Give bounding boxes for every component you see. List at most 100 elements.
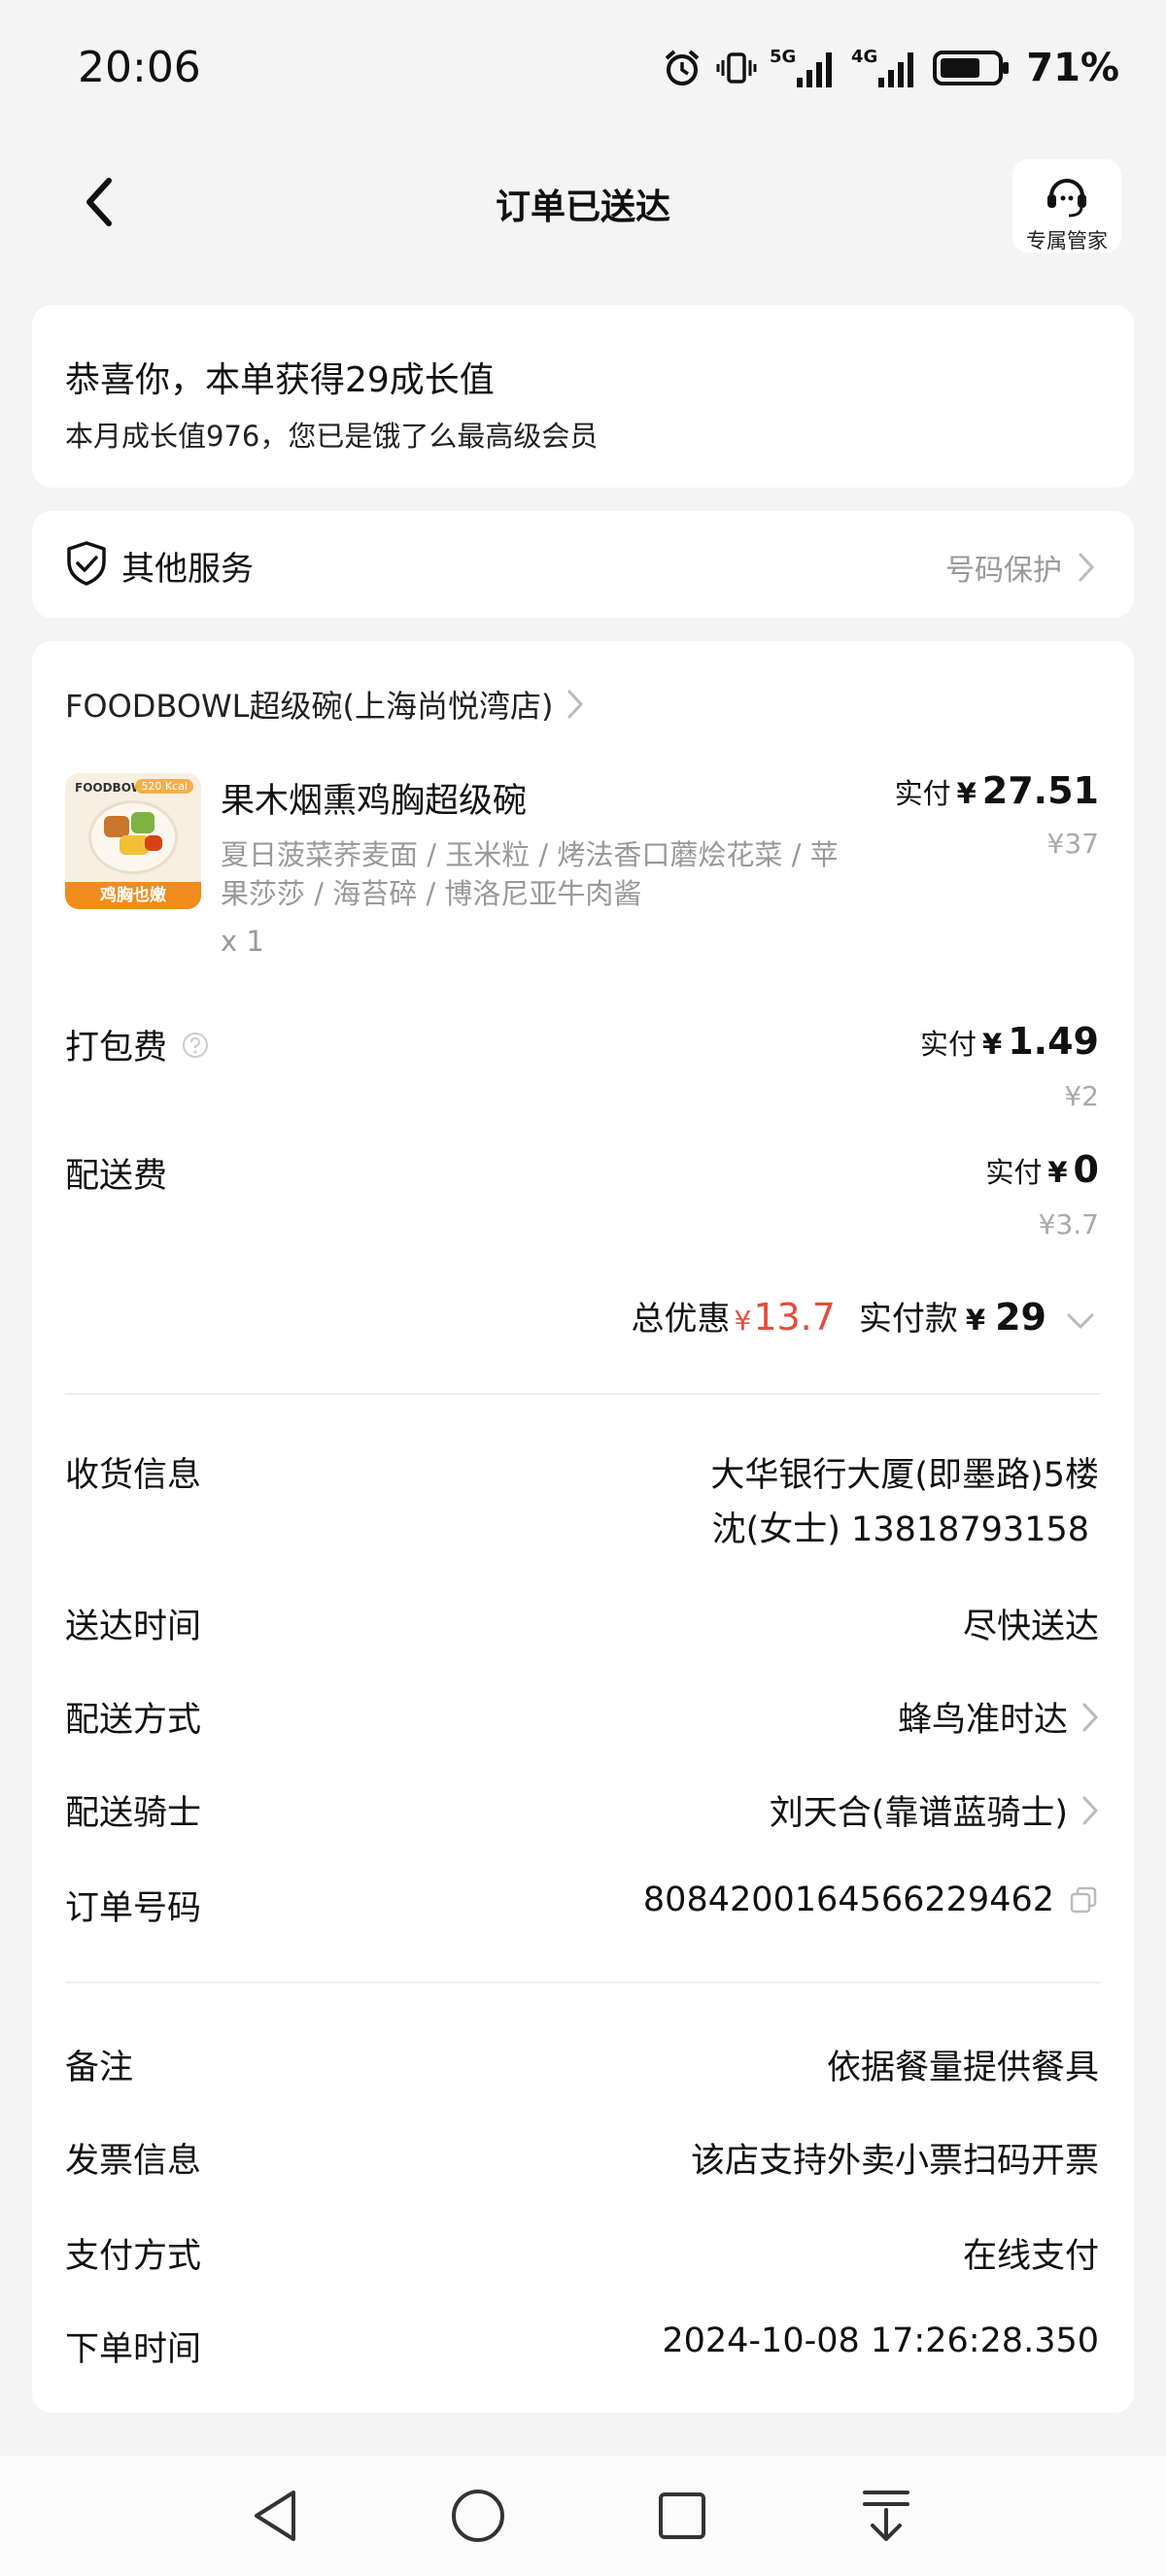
item-image[interactable]: FOODBOWL 520 Kcal 鸡胸也嫩 <box>65 773 201 909</box>
payment-method-value: 在线支付 <box>962 2237 1099 2276</box>
vibrate-icon <box>715 47 758 89</box>
shield-check-icon <box>65 540 108 591</box>
discount-amount: 13.7 <box>753 1296 836 1339</box>
system-nav-bar <box>0 2456 1166 2576</box>
growth-title: 恭喜你，本单获得29成长值 <box>65 360 495 400</box>
personal-butler-label: 专属管家 <box>1026 229 1108 253</box>
delivery-fee-original: ¥3.7 <box>1038 1208 1099 1240</box>
order-card: FOODBOWL超级碗(上海尚悦湾店) FOODBOWL 520 Kcal 鸡胸… <box>32 641 1134 2413</box>
pay-currency: ¥ <box>965 1304 986 1337</box>
delivery-time-label: 送达时间 <box>65 1608 202 1646</box>
item-paid-price: 实付 ¥ 27.51 <box>895 769 1099 812</box>
status-bar: 20:06 5G 4G 71% <box>0 0 1166 146</box>
square-recents-icon <box>659 2492 705 2539</box>
battery-icon <box>933 49 1011 87</box>
packing-fee-text: 打包费 <box>65 1029 168 1068</box>
invoice-value: 该店支持外卖小票扫码开票 <box>690 2142 1099 2181</box>
svg-text:5G: 5G <box>770 47 796 67</box>
chevron-down-icon <box>1067 1313 1094 1330</box>
nav-recents-button[interactable] <box>651 2485 713 2547</box>
nav-bar: 订单已送达 专属管家 <box>0 146 1166 262</box>
alarm-icon <box>661 47 703 89</box>
delivery-fee-amount: 0 <box>1073 1148 1099 1191</box>
customer-service-icon <box>1047 179 1086 218</box>
item-quantity: x 1 <box>221 925 264 958</box>
nav-notification-button[interactable] <box>855 2485 917 2547</box>
receiver-contact: 沈(女士) 13818793158 <box>711 1510 1089 1549</box>
remark-value: 依据餐量提供餐具 <box>826 2049 1099 2087</box>
packing-fee-amount: 1.49 <box>1008 1020 1099 1063</box>
delivery-time-value: 尽快送达 <box>962 1608 1099 1646</box>
chevron-right-icon <box>567 690 584 719</box>
item-original-price: ¥37 <box>1046 828 1099 860</box>
status-icons: 5G 4G 71% <box>661 43 1119 93</box>
paid-label: 实付 <box>985 1156 1043 1189</box>
battery-percent: 71% <box>1026 46 1119 90</box>
circle-home-icon <box>452 2490 504 2542</box>
help-icon[interactable] <box>181 1031 210 1060</box>
packing-fee-paid: 实付 ¥ 1.49 <box>920 1020 1099 1063</box>
signal-4g-icon: 4G <box>851 45 921 91</box>
svg-text:4G: 4G <box>851 47 877 67</box>
currency-symbol: ¥ <box>1047 1156 1068 1189</box>
remark-label: 备注 <box>65 2049 134 2087</box>
status-time: 20:06 <box>78 43 201 92</box>
growth-value-card: 恭喜你，本单获得29成长值 本月成长值976，您已是饿了么最高级会员 <box>32 305 1134 488</box>
currency-symbol: ¥ <box>982 1028 1003 1061</box>
order-number-label: 订单号码 <box>65 1889 202 1928</box>
delivery-fee-paid: 实付 ¥ 0 <box>985 1148 1099 1191</box>
other-services-card[interactable]: 其他服务 号码保护 <box>32 511 1134 618</box>
signal-5g-icon: 5G <box>770 45 840 91</box>
shop-name: FOODBOWL超级碗(上海尚悦湾店) <box>65 688 554 725</box>
other-services-title: 其他服务 <box>121 550 254 589</box>
number-protection-link[interactable]: 号码保护 <box>945 546 1095 589</box>
packing-fee-label: 打包费 <box>65 1020 210 1069</box>
order-time-value: 2024-10-08 17:26:28.350 <box>662 2322 1099 2360</box>
nav-home-button[interactable] <box>447 2485 509 2547</box>
copy-icon[interactable] <box>1068 1884 1099 1915</box>
item-name[interactable]: 果木烟熏鸡胸超级碗 <box>221 773 527 823</box>
invoice-label: 发票信息 <box>65 2142 202 2181</box>
receiver-address: 大华银行大厦(即墨路)5楼 <box>710 1456 1099 1495</box>
chevron-right-icon <box>1082 1703 1099 1731</box>
divider <box>65 1393 1101 1395</box>
divider <box>65 1982 1101 1983</box>
chevron-right-icon <box>1082 1796 1099 1824</box>
chevron-right-icon <box>1079 553 1095 582</box>
item-paid-amount: 27.51 <box>981 769 1099 812</box>
pull-down-icon <box>863 2491 909 2541</box>
food-chunk <box>104 816 129 837</box>
pay-total-amount: 29 <box>995 1296 1046 1339</box>
growth-subtitle: 本月成长值976，您已是饿了么最高级会员 <box>65 420 599 453</box>
number-protection-label: 号码保护 <box>945 554 1062 588</box>
nav-back-button[interactable] <box>245 2485 307 2547</box>
personal-butler-button[interactable]: 专属管家 <box>1012 159 1121 253</box>
total-summary[interactable]: 总优惠 ¥ 13.7 实付款 ¥ 29 <box>631 1292 1095 1339</box>
payment-method-label: 支付方式 <box>65 2237 202 2276</box>
page-title: 订单已送达 <box>495 187 670 227</box>
rider-label: 配送骑士 <box>65 1794 202 1833</box>
food-chunk <box>131 812 154 833</box>
triangle-back-icon <box>255 2491 295 2541</box>
paid-label: 实付 <box>920 1028 977 1061</box>
delivery-method-link[interactable]: 蜂鸟准时达 <box>898 1692 1099 1742</box>
paid-label: 实付 <box>894 777 951 810</box>
pay-total-label: 实付款 <box>858 1300 958 1339</box>
order-time-label: 下单时间 <box>65 2330 202 2369</box>
rider-name: 刘天合(靠谱蓝骑士) <box>769 1794 1068 1833</box>
order-number-value: 8084200164566229462 <box>642 1881 1054 1919</box>
item-description: 夏日菠菜荞麦面 / 玉米粒 / 烤法香口蘑烩花菜 / 苹果莎莎 / 海苔碎 / … <box>221 838 839 910</box>
receiver-label: 收货信息 <box>65 1456 202 1495</box>
delivery-method-value: 蜂鸟准时达 <box>897 1701 1068 1740</box>
discount-currency: ¥ <box>734 1305 752 1337</box>
order-number-row: 8084200164566229462 <box>643 1881 1099 1919</box>
delivery-method-label: 配送方式 <box>65 1701 202 1740</box>
food-chunk <box>145 835 162 851</box>
rider-link[interactable]: 刘天合(靠谱蓝骑士) <box>770 1785 1099 1835</box>
shop-link[interactable]: FOODBOWL超级碗(上海尚悦湾店) <box>65 682 584 727</box>
order-detail-page: 20:06 5G 4G 71% 订单已送达 专属管家 恭喜你，本单获得29成长值… <box>0 0 1166 2576</box>
delivery-fee-label: 配送费 <box>65 1157 168 1196</box>
discount-label: 总优惠 <box>631 1300 731 1339</box>
currency-symbol: ¥ <box>956 777 977 810</box>
item-image-kcal: 520 Kcal <box>135 779 193 794</box>
